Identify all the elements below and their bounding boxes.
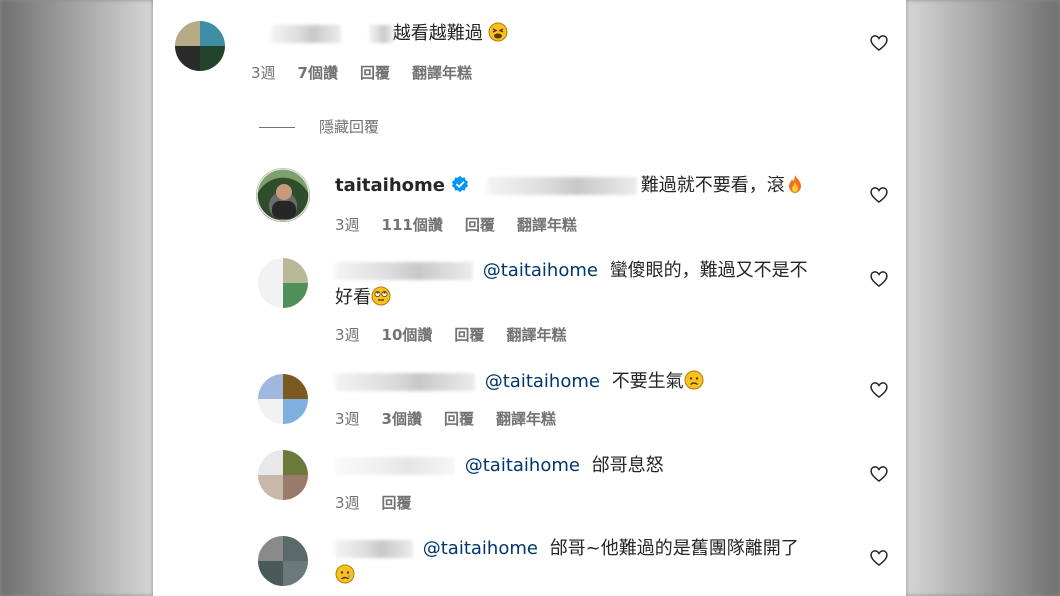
reply-button[interactable]: 回覆 (454, 326, 484, 344)
comment-text-continued: 好看 (335, 286, 391, 310)
avatar[interactable] (258, 450, 308, 500)
like-heart-icon[interactable] (869, 380, 889, 400)
like-heart-icon[interactable] (869, 269, 889, 289)
comment-text: 越看越難過 (271, 22, 508, 46)
mention-link[interactable]: @taitaihome (485, 371, 600, 392)
verified-badge-icon (451, 175, 469, 193)
likes-count[interactable]: 10個讚 (382, 326, 433, 344)
likes-count[interactable]: 111個讚 (382, 216, 443, 234)
divider-line (259, 127, 295, 128)
comments-panel: 越看越難過 3週 7個讚 回覆 翻譯年糕 隱藏回覆 taitaihome 難過就… (153, 0, 906, 596)
reply-button[interactable]: 回覆 (444, 410, 474, 428)
avatar[interactable] (258, 258, 308, 308)
blurred-background-right (906, 0, 1060, 596)
like-heart-icon[interactable] (869, 464, 889, 484)
crying-face-emoji (335, 564, 355, 584)
comment-meta: 3週 10個讚 回覆 翻譯年糕 (335, 325, 588, 345)
comment-text-continued (335, 564, 355, 588)
comment-time[interactable]: 3週 (335, 216, 360, 234)
comment-text: taitaihome 難過就不要看，滾 (335, 174, 805, 198)
avatar[interactable] (258, 536, 308, 586)
reply-button[interactable]: 回覆 (382, 494, 412, 512)
comment-meta: 3週 7個讚 回覆 翻譯年糕 (251, 63, 494, 83)
blurred-username (335, 457, 455, 475)
translate-button[interactable]: 翻譯年糕 (496, 410, 556, 428)
comment-body: 不要生氣 (611, 371, 684, 392)
reply-button[interactable]: 回覆 (465, 216, 495, 234)
mention-link[interactable]: @taitaihome (465, 455, 580, 476)
comment-body: 邰哥息怒 (591, 455, 664, 476)
blurred-username (335, 540, 413, 558)
like-heart-icon[interactable] (869, 185, 889, 205)
avatar[interactable] (175, 21, 225, 71)
comment-body: 越看越難過 (392, 23, 483, 44)
likes-count[interactable]: 7個讚 (298, 64, 338, 82)
comment-time[interactable]: 3週 (335, 410, 360, 428)
comment-text: @taitaihome 不要生氣 (335, 370, 704, 394)
comment-time[interactable]: 3週 (251, 64, 276, 82)
reply-button[interactable]: 回覆 (360, 64, 390, 82)
comment-time[interactable]: 3週 (335, 494, 360, 512)
comment-body: 邰哥~他難過的是舊團隊離開了 (549, 538, 799, 559)
comment-text: @taitaihome 邰哥息怒 (335, 454, 664, 478)
like-heart-icon[interactable] (869, 33, 889, 53)
avatar-taitaihome[interactable] (256, 168, 310, 222)
comment-body: 難過就不要看，滾 (640, 175, 785, 196)
blurred-text (486, 177, 637, 195)
username-taitaihome[interactable]: taitaihome (335, 175, 445, 196)
mention-link[interactable]: @taitaihome (483, 260, 598, 281)
likes-count[interactable]: 3個讚 (382, 410, 422, 428)
tired-face-emoji (488, 22, 508, 42)
eye-roll-emoji (371, 286, 391, 306)
blurred-background-left (0, 0, 153, 596)
hide-replies-label: 隱藏回覆 (319, 118, 380, 136)
blurred-username (335, 373, 475, 391)
avatar[interactable] (258, 374, 308, 424)
comment-text: @taitaihome 邰哥~他難過的是舊團隊離開了 (335, 537, 799, 561)
fire-emoji (788, 175, 801, 193)
comment-body: 蠻傻眼的，難過又不是不 (609, 260, 808, 281)
comment-meta: 3週 3個讚 回覆 翻譯年糕 (335, 409, 578, 429)
like-heart-icon[interactable] (869, 548, 889, 568)
mention-link[interactable]: @taitaihome (423, 538, 538, 559)
comment-body: 好看 (335, 287, 371, 308)
translate-button[interactable]: 翻譯年糕 (506, 326, 566, 344)
translate-button[interactable]: 翻譯年糕 (412, 64, 472, 82)
translate-button[interactable]: 翻譯年糕 (517, 216, 577, 234)
sad-face-emoji (684, 370, 704, 390)
blurred-username (271, 25, 341, 43)
blurred-text (368, 25, 393, 43)
comment-meta: 3週 111個讚 回覆 翻譯年糕 (335, 215, 599, 235)
comment-time[interactable]: 3週 (335, 326, 360, 344)
blurred-username (335, 262, 473, 280)
comment-text: @taitaihome 蠻傻眼的，難過又不是不 (335, 259, 808, 283)
comment-meta: 3週 回覆 (335, 493, 434, 513)
hide-replies-button[interactable]: 隱藏回覆 (259, 116, 379, 137)
